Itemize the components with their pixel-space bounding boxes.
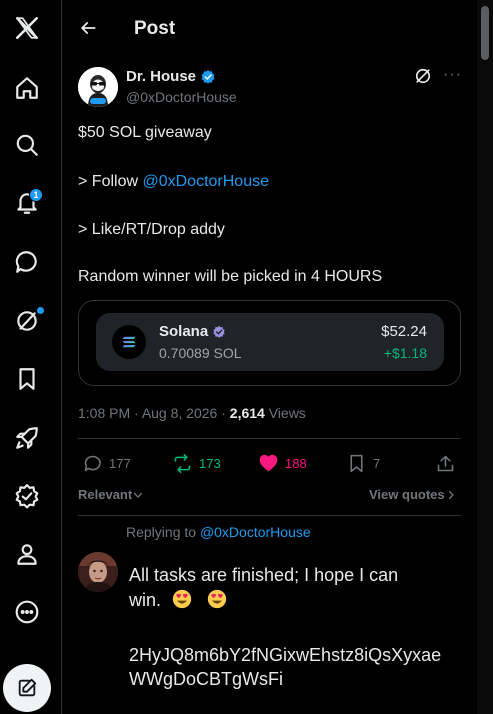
reply-text-line: WWgDoCBTgWsFi <box>129 669 283 689</box>
verified-badge-icon <box>15 484 39 509</box>
heart-eyes-emoji-icon <box>172 589 192 609</box>
grok-explain-button[interactable] <box>413 66 435 88</box>
more-options-button[interactable]: ··· <box>443 66 462 84</box>
heart-eyes-emoji-icon <box>207 589 227 609</box>
token-usd-change: +$1.18 <box>383 345 427 361</box>
bookmark-icon <box>350 454 363 473</box>
post-text-line: > Like/RT/Drop addy <box>78 221 225 238</box>
author-handle[interactable]: @0xDoctorHouse <box>126 89 237 105</box>
grok-unread-dot <box>37 307 44 314</box>
post-date[interactable]: Aug 8, 2026 <box>142 405 218 421</box>
view-quotes-label: View quotes <box>369 487 445 502</box>
post-text-line: > Follow @0xDoctorHouse <box>78 173 269 191</box>
heart-icon <box>259 454 278 472</box>
reply-sort-dropdown[interactable]: Relevant <box>78 487 144 502</box>
nav-more[interactable] <box>0 590 54 634</box>
nav-rail: 1 <box>0 0 62 714</box>
like-button[interactable]: 188 <box>258 453 307 474</box>
reply-avatar-image <box>78 552 118 592</box>
author-avatar-image <box>78 67 118 107</box>
arrow-left-icon <box>81 22 96 34</box>
share-button[interactable] <box>435 453 456 474</box>
bookmark-button[interactable]: 7 <box>346 453 380 474</box>
notifications-badge: 1 <box>29 188 43 202</box>
grok-icon <box>415 68 431 84</box>
token-verified-icon <box>213 325 225 338</box>
chevron-down-icon <box>134 492 143 498</box>
nav-profile[interactable] <box>0 532 54 576</box>
post-text-line: $50 SOL giveaway <box>78 124 212 141</box>
repost-icon <box>174 453 191 474</box>
reply-text: win. <box>129 590 162 610</box>
reply-text-line: win. <box>129 589 227 611</box>
search-icon <box>16 134 38 156</box>
share-icon <box>437 455 454 472</box>
reply-text-line: 2HyJQ8m6bY2fNGixwEhstz8iQsXyxae <box>129 645 442 665</box>
nav-notifications[interactable]: 1 <box>0 181 54 225</box>
nav-jobs[interactable] <box>0 416 54 460</box>
post-text-prefix: > Follow <box>78 173 143 190</box>
token-balance-row[interactable]: Solana 0.70089 SOL $52.24 +$1.18 <box>96 313 444 371</box>
token-name: Solana <box>159 323 226 340</box>
nav-verified[interactable] <box>0 474 54 518</box>
bookmark-icon <box>19 368 35 390</box>
meta-separator: · <box>221 405 230 421</box>
replying-prefix: Replying to <box>126 524 200 540</box>
verified-icon <box>201 69 215 84</box>
post-meta: 1:08 PM · Aug 8, 2026 · 2,614 Views <box>78 405 306 421</box>
author-name[interactable]: Dr. House <box>126 68 216 85</box>
grok-icon <box>17 311 37 331</box>
compose-post-button[interactable] <box>3 664 51 712</box>
divider <box>78 438 461 439</box>
author-avatar[interactable] <box>78 67 118 107</box>
chevron-right-icon <box>448 490 454 500</box>
token-usd-value: $52.24 <box>381 323 427 340</box>
token-amount: 0.70089 SOL <box>159 345 242 361</box>
solana-logo-glyph <box>122 336 136 348</box>
nav-messages[interactable] <box>0 240 54 284</box>
post-time[interactable]: 1:08 PM <box>78 405 130 421</box>
person-icon <box>17 544 37 565</box>
post-detail: Post Dr. House @0xDoctorHouse ··· $50 SO… <box>62 0 477 714</box>
back-button[interactable] <box>76 16 100 40</box>
x-logo[interactable] <box>0 6 54 50</box>
reply-icon <box>84 455 101 472</box>
nav-explore[interactable] <box>0 123 54 167</box>
views-count: 2,614 <box>229 405 265 421</box>
token-name-text: Solana <box>159 323 209 340</box>
like-count: 188 <box>285 456 307 471</box>
page-title: Post <box>134 18 176 39</box>
solana-logo-icon <box>112 325 146 359</box>
x-logo-icon <box>15 16 39 40</box>
mention-link[interactable]: @0xDoctorHouse <box>200 524 311 540</box>
top-bar: Post <box>62 0 477 56</box>
divider <box>78 515 461 516</box>
home-icon <box>16 77 38 99</box>
meta-separator: · <box>134 405 142 421</box>
post-text-line: Random winner will be picked in 4 HOURS <box>78 268 383 285</box>
scrollbar[interactable] <box>477 0 493 714</box>
view-quotes-link[interactable]: View quotes <box>369 487 457 502</box>
compose-icon <box>18 678 37 697</box>
chat-bubble-icon <box>15 251 37 273</box>
nav-bookmarks[interactable] <box>0 357 54 401</box>
repost-count: 173 <box>199 456 221 471</box>
reply-author-avatar[interactable] <box>78 552 118 592</box>
views-label: Views <box>268 405 306 421</box>
reply-sort-label: Relevant <box>78 487 133 502</box>
replying-to: Replying to @0xDoctorHouse <box>126 524 311 540</box>
nav-grok[interactable] <box>0 299 54 343</box>
mention-link[interactable]: @0xDoctorHouse <box>142 173 269 190</box>
rocket-icon <box>16 427 38 449</box>
reply-count: 177 <box>109 456 131 471</box>
bookmark-count: 7 <box>373 456 381 471</box>
nav-home[interactable] <box>0 66 54 110</box>
repost-button[interactable]: 173 <box>172 453 221 474</box>
more-circle-icon <box>15 600 39 624</box>
author-name-text: Dr. House <box>126 68 197 85</box>
scrollbar-thumb[interactable] <box>481 6 489 60</box>
wallet-card[interactable]: Solana 0.70089 SOL $52.24 +$1.18 <box>78 300 461 386</box>
reply-button[interactable]: 177 <box>82 453 131 474</box>
reply-text-line: All tasks are finished; I hope I can <box>129 565 399 585</box>
